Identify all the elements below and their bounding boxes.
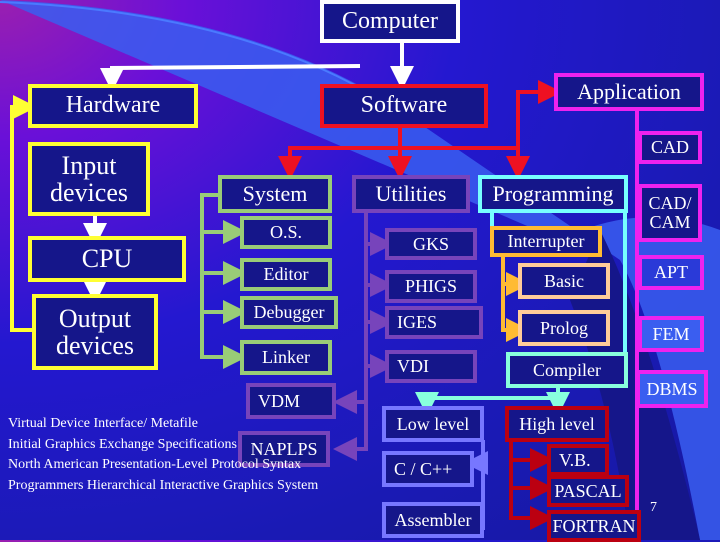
node-cad-cam: CAD/ CAM [638, 184, 702, 242]
node-output-devices: Output devices [32, 294, 158, 370]
node-fem: FEM [638, 316, 704, 352]
legend-line-naplps: North American Presentation-Level Protoc… [8, 457, 302, 472]
node-software: Software [320, 84, 488, 128]
node-prolog: Prolog [518, 310, 610, 346]
node-os: O.S. [240, 216, 332, 249]
node-gks: GKS [385, 228, 477, 260]
legend-line-phigs: Programmers Hierarchical Interactive Gra… [8, 477, 319, 493]
node-programming: Programming [478, 175, 628, 213]
legend-line-vdi: Virtual Device Interface/ Metafile [8, 416, 198, 431]
node-computer: Computer [320, 0, 460, 43]
node-vdi: VDI [385, 350, 477, 383]
node-debugger: Debugger [240, 296, 338, 329]
node-linker: Linker [240, 340, 332, 375]
node-assembler: Assembler [382, 502, 484, 538]
node-pascal: PASCAL [547, 475, 629, 507]
node-utilities: Utilities [352, 175, 470, 213]
node-cpu: CPU [28, 236, 186, 282]
node-editor: Editor [240, 258, 332, 291]
node-high-level: High level [505, 406, 609, 442]
acronym-legend: Virtual Device Interface/ Metafile Initi… [8, 414, 318, 496]
node-fortran: FORTRAN [547, 510, 641, 542]
node-low-level: Low level [382, 406, 484, 442]
node-input-devices: Input devices [28, 142, 150, 216]
node-basic: Basic [518, 263, 610, 299]
node-phigs: PHIGS [385, 270, 477, 303]
node-iges: IGES [385, 306, 483, 339]
node-interpreter: Interrupter [490, 226, 602, 257]
node-vb: V.B. [547, 444, 609, 476]
node-apt: APT [638, 255, 704, 290]
node-compiler: Compiler [506, 352, 628, 388]
node-c-cpp: C / C++ [382, 451, 474, 487]
node-system: System [218, 175, 332, 213]
legend-line-iges: Initial Graphics Exchange Specifications [8, 436, 237, 452]
node-cad: CAD [638, 131, 702, 164]
node-hardware: Hardware [28, 84, 198, 128]
node-application: Application [554, 73, 704, 111]
page-number: 7 [650, 500, 657, 515]
node-dbms: DBMS [636, 370, 708, 408]
